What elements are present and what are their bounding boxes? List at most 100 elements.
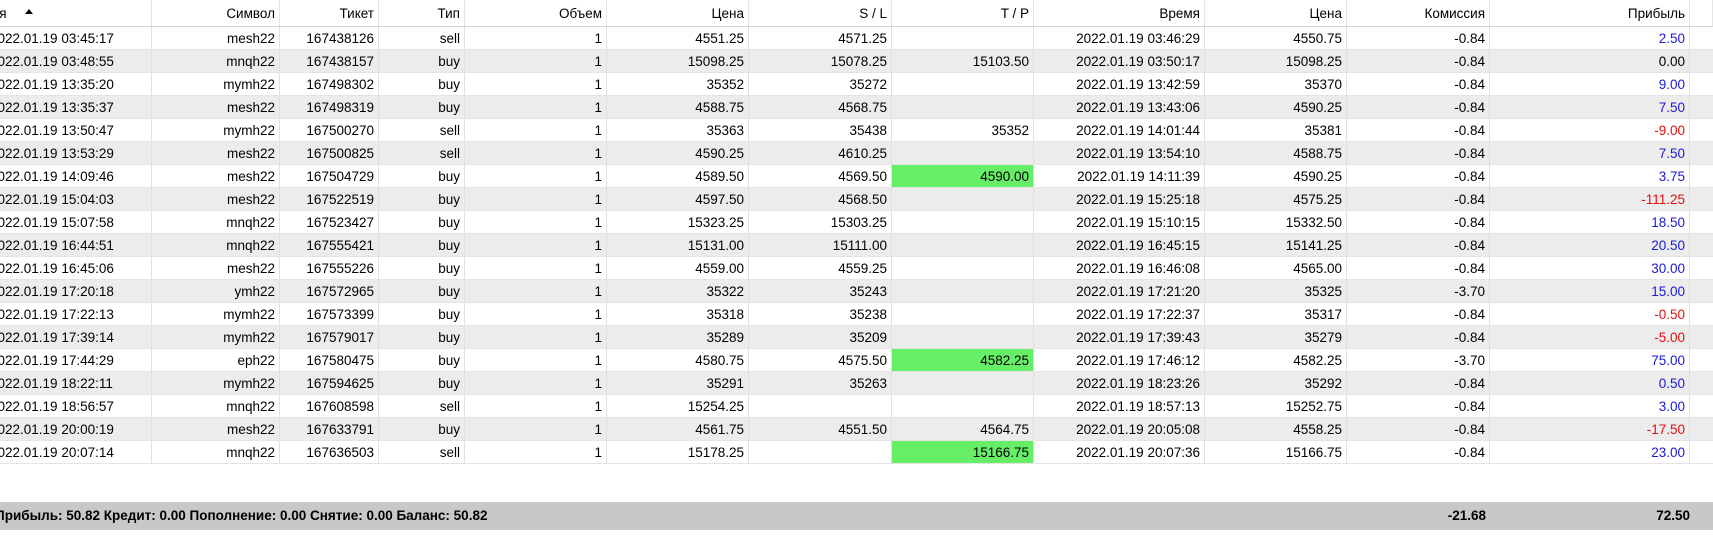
table-row[interactable]: 2022.01.19 13:53:29 mesh22 167500825 sell 1 4…	[0, 142, 1713, 165]
profit-cell: -111.25	[1490, 188, 1690, 210]
take-profit-cell	[892, 27, 1034, 49]
table-row[interactable]: 2022.01.19 17:39:14 mymh22 167579017 buy 1 35…	[0, 326, 1713, 349]
column-header-take-profit[interactable]: T / P	[892, 0, 1034, 26]
column-header-open-price[interactable]: Цена	[607, 0, 749, 26]
table-row[interactable]: 2022.01.19 18:22:11 mymh22 167594625 buy 1 35…	[0, 372, 1713, 395]
close-price-cell: 4590.25	[1205, 165, 1347, 187]
profit-cell: 20.50	[1490, 234, 1690, 256]
open-time-text: 2022.01.19 17:39:14	[0, 330, 114, 345]
close-price-cell: 35317	[1205, 303, 1347, 325]
row-spacer	[1690, 395, 1713, 417]
table-row[interactable]: 2022.01.19 03:45:17 mesh22 167438126 sell 1 4…	[0, 27, 1713, 50]
row-spacer	[1690, 96, 1713, 118]
close-time-cell: 2022.01.19 14:01:44	[1034, 119, 1205, 141]
close-time-cell: 2022.01.19 03:46:29	[1034, 27, 1205, 49]
type-cell: buy	[379, 257, 465, 279]
open-time-cell: 2022.01.19 13:35:20	[0, 73, 152, 95]
volume-cell: 1	[465, 211, 607, 233]
sort-ascending-icon[interactable]	[24, 8, 33, 14]
column-header-open-time[interactable]: мя	[0, 0, 152, 26]
commission-cell: -3.70	[1347, 280, 1490, 302]
close-time-cell: 2022.01.19 18:23:26	[1034, 372, 1205, 394]
close-price-cell: 4550.75	[1205, 27, 1347, 49]
close-price-cell: 35325	[1205, 280, 1347, 302]
account-summary-text: Прибыль: 50.82 Кредит: 0.00 Пополнение: …	[0, 508, 488, 523]
row-spacer	[1690, 188, 1713, 210]
open-time-text: 2022.01.19 13:50:47	[0, 123, 114, 138]
open-time-text: 2022.01.19 16:45:06	[0, 261, 114, 276]
type-cell: sell	[379, 142, 465, 164]
volume-cell: 1	[465, 326, 607, 348]
profit-cell: 7.50	[1490, 142, 1690, 164]
table-row[interactable]: 2022.01.19 03:48:55 mnqh22 167438157 buy 1 15…	[0, 50, 1713, 73]
type-cell: buy	[379, 96, 465, 118]
ticket-cell: 167580475	[280, 349, 379, 371]
take-profit-cell	[892, 257, 1034, 279]
row-spacer	[1690, 50, 1713, 72]
type-cell: buy	[379, 326, 465, 348]
table-row[interactable]: 2022.01.19 16:44:51 mnqh22 167555421 buy 1 15…	[0, 234, 1713, 257]
type-cell: buy	[379, 188, 465, 210]
table-row[interactable]: 2022.01.19 17:44:29 eph22 167580475 buy 1 458…	[0, 349, 1713, 372]
column-header-commission[interactable]: Комиссия	[1347, 0, 1490, 26]
type-cell: buy	[379, 234, 465, 256]
open-price-cell: 35289	[607, 326, 749, 348]
table-row[interactable]: 2022.01.19 13:35:37 mesh22 167498319 buy 1 45…	[0, 96, 1713, 119]
table-row[interactable]: 2022.01.19 13:35:20 mymh22 167498302 buy 1 35…	[0, 73, 1713, 96]
type-cell: sell	[379, 441, 465, 463]
open-price-cell: 35322	[607, 280, 749, 302]
type-cell: buy	[379, 211, 465, 233]
close-time-cell: 2022.01.19 20:07:36	[1034, 441, 1205, 463]
row-spacer	[1690, 73, 1713, 95]
table-row[interactable]: 2022.01.19 13:50:47 mymh22 167500270 sell 1 3…	[0, 119, 1713, 142]
table-row[interactable]: 2022.01.19 20:07:14 mnqh22 167636503 sell 1 1…	[0, 441, 1713, 464]
column-header-volume[interactable]: Объем	[465, 0, 607, 26]
volume-cell: 1	[465, 441, 607, 463]
table-row[interactable]: 2022.01.19 17:22:13 mymh22 167573399 buy 1 35…	[0, 303, 1713, 326]
table-row[interactable]: 2022.01.19 15:07:58 mnqh22 167523427 buy 1 15…	[0, 211, 1713, 234]
table-row[interactable]: 2022.01.19 14:09:46 mesh22 167504729 buy 1 45…	[0, 165, 1713, 188]
row-spacer	[1690, 280, 1713, 302]
commission-cell: -0.84	[1347, 395, 1490, 417]
symbol-cell: mymh22	[152, 73, 280, 95]
open-time-text: 2022.01.19 13:35:20	[0, 77, 114, 92]
profit-cell: 30.00	[1490, 257, 1690, 279]
type-cell: buy	[379, 50, 465, 72]
column-header-type[interactable]: Тип	[379, 0, 465, 26]
volume-cell: 1	[465, 349, 607, 371]
type-cell: buy	[379, 73, 465, 95]
open-time-text: 2022.01.19 15:07:58	[0, 215, 114, 230]
table-row[interactable]: 2022.01.19 16:45:06 mesh22 167555226 buy 1 45…	[0, 257, 1713, 280]
commission-cell: -0.84	[1347, 234, 1490, 256]
table-row[interactable]: 2022.01.19 20:00:19 mesh22 167633791 buy 1 45…	[0, 418, 1713, 441]
close-price-cell: 15098.25	[1205, 50, 1347, 72]
total-commission: -21.68	[1447, 508, 1486, 523]
close-time-cell: 2022.01.19 13:43:06	[1034, 96, 1205, 118]
table-row[interactable]: 2022.01.19 15:04:03 mesh22 167522519 buy 1 45…	[0, 188, 1713, 211]
profit-cell: 3.00	[1490, 395, 1690, 417]
commission-cell: -0.84	[1347, 303, 1490, 325]
take-profit-cell	[892, 188, 1034, 210]
volume-cell: 1	[465, 188, 607, 210]
row-spacer	[1690, 303, 1713, 325]
column-header-close-price[interactable]: Цена	[1205, 0, 1347, 26]
open-time-text: 2022.01.19 03:48:55	[0, 54, 114, 69]
open-time-text: 2022.01.19 13:35:37	[0, 100, 114, 115]
column-header-profit[interactable]: Прибыль	[1490, 0, 1690, 26]
close-price-cell: 35292	[1205, 372, 1347, 394]
take-profit-cell: 15103.50	[892, 50, 1034, 72]
close-time-cell: 2022.01.19 13:54:10	[1034, 142, 1205, 164]
row-spacer	[1690, 211, 1713, 233]
column-header-stop-loss[interactable]: S / L	[749, 0, 892, 26]
close-time-cell: 2022.01.19 17:46:12	[1034, 349, 1205, 371]
column-header-symbol[interactable]: Символ	[152, 0, 280, 26]
column-header-close-time[interactable]: Время	[1034, 0, 1205, 26]
ticket-cell: 167573399	[280, 303, 379, 325]
take-profit-cell: 15166.75	[892, 441, 1034, 463]
table-body: 2022.01.19 03:45:17 mesh22 167438126 sell 1 4…	[0, 27, 1713, 464]
column-header-ticket[interactable]: Тикет	[280, 0, 379, 26]
table-row[interactable]: 2022.01.19 17:20:18 ymh22 167572965 buy 1 353…	[0, 280, 1713, 303]
symbol-cell: mesh22	[152, 27, 280, 49]
volume-cell: 1	[465, 257, 607, 279]
table-row[interactable]: 2022.01.19 18:56:57 mnqh22 167608598 sell 1 1…	[0, 395, 1713, 418]
